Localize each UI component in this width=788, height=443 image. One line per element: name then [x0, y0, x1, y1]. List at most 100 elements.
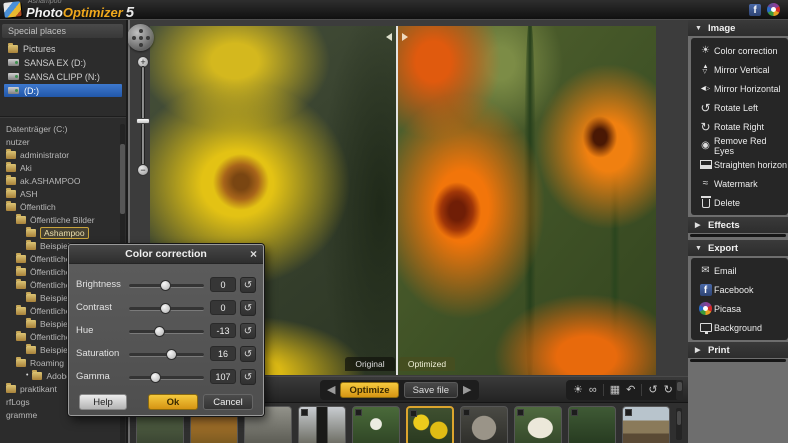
tree-item-selected[interactable]: Ashampoo: [0, 226, 119, 239]
menu-color-correction[interactable]: ☀Color correction: [691, 41, 788, 60]
place-drive-d[interactable]: (D:): [4, 84, 122, 97]
previous-image-button[interactable]: ◀: [327, 381, 335, 399]
thumbnail[interactable]: [298, 406, 346, 443]
menu-facebook[interactable]: fFacebook: [691, 280, 788, 299]
tree-item[interactable]: nutzer: [0, 135, 119, 148]
thumbnail-checkbox[interactable]: [625, 409, 632, 416]
menu-delete[interactable]: Delete: [691, 193, 788, 212]
tree-item[interactable]: ASH: [0, 187, 119, 200]
ok-button[interactable]: Ok: [148, 394, 198, 410]
slider-label: Gamma: [76, 371, 129, 382]
saturation-slider[interactable]: [129, 348, 204, 360]
zoom-slider-handle[interactable]: [136, 118, 150, 124]
slider-handle[interactable]: [160, 280, 171, 291]
section-export[interactable]: ▼ Export: [688, 240, 788, 256]
rotate-left-icon[interactable]: ↺: [648, 381, 657, 399]
menu-mirror-vertical[interactable]: ▲▽Mirror Vertical: [691, 60, 788, 79]
slider-handle[interactable]: [166, 349, 177, 360]
tree-item[interactable]: ak.ASHAMPOO: [0, 174, 119, 187]
tree-scrollbar-thumb[interactable]: [120, 144, 125, 214]
reset-button[interactable]: ↺: [240, 346, 256, 362]
cancel-button[interactable]: Cancel: [203, 394, 253, 410]
thumbnail-checkbox[interactable]: [571, 409, 578, 416]
place-sansa-ex[interactable]: SANSA EX (D:): [4, 56, 122, 69]
thumbnail[interactable]: [460, 406, 508, 443]
menu-rotate-right[interactable]: ↻Rotate Right: [691, 117, 788, 136]
dialog-titlebar[interactable]: Color correction ×: [69, 245, 263, 264]
menu-straighten-horizon[interactable]: Straighten horizon: [691, 155, 788, 174]
pan-navigator[interactable]: [127, 24, 154, 51]
reset-button[interactable]: ↺: [240, 277, 256, 293]
thumbnail-checkbox[interactable]: [355, 409, 362, 416]
reset-button[interactable]: ↺: [240, 300, 256, 316]
slider-handle[interactable]: [160, 303, 171, 314]
contrast-slider[interactable]: [129, 302, 204, 314]
thumbnail[interactable]: [514, 406, 562, 443]
divider-left-arrow-icon[interactable]: [386, 33, 392, 41]
thumbnail-checkbox[interactable]: [301, 409, 308, 416]
picasa-icon[interactable]: [767, 3, 780, 16]
help-button[interactable]: Help: [79, 394, 127, 410]
tree-item[interactable]: Datenträger (C:): [0, 122, 119, 135]
undo-icon[interactable]: ↶: [626, 381, 635, 399]
slider-label: Brightness: [76, 279, 129, 290]
place-pictures[interactable]: Pictures: [4, 42, 122, 55]
color-correction-icon[interactable]: ☀: [573, 381, 583, 399]
section-divider: [690, 234, 786, 237]
facebook-icon[interactable]: f: [749, 4, 761, 16]
tree-item[interactable]: Öffentliche Bilder: [0, 213, 119, 226]
next-image-button[interactable]: ▶: [463, 381, 471, 399]
tree-item[interactable]: Öffentlich: [0, 200, 119, 213]
zoom-out-button[interactable]: −: [137, 164, 149, 176]
filmstrip-scrollbar[interactable]: [676, 408, 682, 440]
drive-icon: [8, 87, 19, 94]
slider-label: Hue: [76, 325, 129, 336]
gamma-slider[interactable]: [129, 371, 204, 383]
slideshow-icon[interactable]: ▦: [610, 381, 620, 399]
menu-rotate-left[interactable]: ↺Rotate Left: [691, 98, 788, 117]
tree-item[interactable]: administrator: [0, 148, 119, 161]
thumbnail[interactable]: [568, 406, 616, 443]
chevron-down-icon: ▼: [695, 245, 703, 252]
effects-icon[interactable]: ∞: [589, 381, 597, 399]
optimize-button[interactable]: Optimize: [340, 382, 398, 398]
thumbnail[interactable]: [352, 406, 400, 443]
folder-icon: [6, 177, 16, 185]
section-print[interactable]: ▶ Print: [688, 342, 788, 358]
toolbar-scrollbar[interactable]: [676, 380, 683, 400]
slider-row-hue: Hue -13 ↺: [69, 319, 263, 342]
folder-icon: [26, 346, 36, 354]
menu-picasa[interactable]: Picasa: [691, 299, 788, 318]
folder-icon: [32, 372, 42, 380]
rotate-right-icon[interactable]: ↻: [664, 381, 673, 399]
thumbnail-checkbox[interactable]: [410, 410, 417, 417]
menu-remove-red-eyes[interactable]: ◉Remove Red Eyes: [691, 136, 788, 155]
thumbnail-checkbox[interactable]: [463, 409, 470, 416]
thumbnail-checkbox[interactable]: [517, 409, 524, 416]
rotate-left-icon: ↺: [697, 102, 714, 114]
menu-background[interactable]: Background: [691, 318, 788, 337]
reset-button[interactable]: ↺: [240, 369, 256, 385]
zoom-slider[interactable]: + −: [136, 56, 150, 176]
place-sansa-clipp[interactable]: SANSA CLIPP (N:): [4, 70, 122, 83]
section-divider: [690, 359, 786, 362]
filmstrip-scrollbar-thumb[interactable]: [677, 411, 681, 425]
menu-mirror-horizontal[interactable]: ◀▷Mirror Horizontal: [691, 79, 788, 98]
menu-email[interactable]: ✉Email: [691, 261, 788, 280]
hue-slider[interactable]: [129, 325, 204, 337]
thumbnail[interactable]: [622, 406, 670, 443]
brightness-slider[interactable]: [129, 279, 204, 291]
slider-handle[interactable]: [150, 372, 161, 383]
section-image[interactable]: ▼ Image: [688, 20, 788, 36]
close-icon[interactable]: ×: [250, 245, 257, 264]
toolbar-scrollbar-thumb[interactable]: [677, 382, 682, 391]
divider-right-arrow-icon[interactable]: [402, 33, 408, 41]
thumbnail-selected[interactable]: [406, 406, 454, 443]
menu-watermark[interactable]: ≈Watermark: [691, 174, 788, 193]
tree-item[interactable]: Aki: [0, 161, 119, 174]
zoom-slider-track[interactable]: [141, 66, 145, 166]
slider-handle[interactable]: [154, 326, 165, 337]
section-effects[interactable]: ▶ Effects: [688, 217, 788, 233]
save-file-button[interactable]: Save file: [404, 382, 458, 398]
reset-button[interactable]: ↺: [240, 323, 256, 339]
